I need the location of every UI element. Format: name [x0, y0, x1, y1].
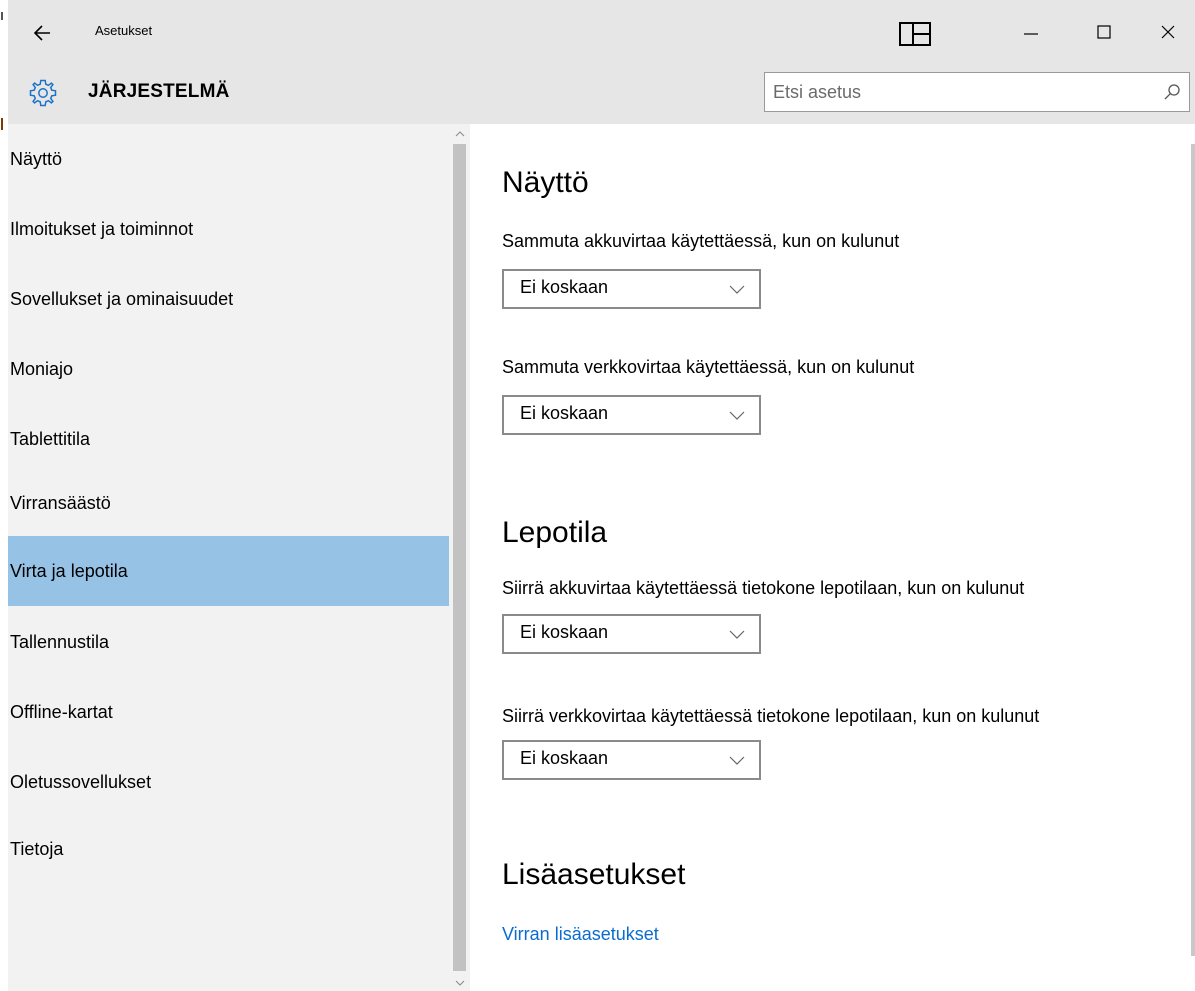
chevron-down-icon — [729, 630, 745, 639]
screen-plugged-label: Sammuta verkkovirtaa käytettäessä, kun o… — [502, 357, 915, 377]
dropdown-value: Ei koskaan — [520, 277, 609, 297]
tablet-snap-icon — [899, 22, 931, 46]
sleep-plugged-label: Siirrä verkkovirtaa käytettäessä tietoko… — [502, 706, 1040, 726]
close-icon — [1161, 25, 1175, 39]
settings-header: JÄRJESTELMÄ — [8, 62, 1195, 124]
section-heading-lisaasetukset: Lisäasetukset — [502, 858, 686, 891]
screen-battery-label: Sammuta akkuvirtaa käytettäessä, kun on … — [502, 231, 900, 251]
content-scrollbar[interactable] — [1188, 124, 1195, 991]
sidebar-item-tallennustila[interactable]: Tallennustila — [8, 606, 449, 676]
sidebar-item-label: Oletussovellukset — [10, 772, 152, 792]
page-title: JÄRJESTELMÄ — [88, 81, 230, 102]
back-button[interactable] — [28, 18, 58, 48]
app-title: Asetukset — [95, 23, 153, 38]
sidebar-scroll-thumb[interactable] — [453, 144, 466, 971]
tablet-snap-button[interactable] — [897, 20, 933, 48]
section-heading-lepotila: Lepotila — [502, 516, 608, 549]
sidebar-item-label: Virta ja lepotila — [10, 561, 128, 581]
sidebar-item-virransaasto[interactable]: Virransäästö — [8, 474, 449, 544]
sleep-battery-label: Siirrä akkuvirtaa käytettäessä tietokone… — [502, 578, 1025, 598]
sidebar-item-naytto[interactable]: Näyttö — [8, 124, 449, 194]
sleep-plugged-dropdown[interactable]: Ei koskaan — [502, 740, 761, 780]
sidebar-item-virta-ja-lepotila[interactable]: Virta ja lepotila — [8, 536, 449, 606]
scroll-up-icon[interactable] — [455, 130, 465, 138]
sidebar-item-offline-kartat[interactable]: Offline-kartat — [8, 676, 449, 746]
sidebar-item-tietoja[interactable]: Tietoja — [8, 816, 449, 886]
sidebar-item-ilmoitukset[interactable]: Ilmoitukset ja toiminnot — [8, 194, 449, 264]
title-bar: Asetukset — [8, 0, 1195, 62]
scroll-down-icon[interactable] — [455, 979, 465, 987]
dropdown-value: Ei koskaan — [520, 403, 609, 423]
sidebar-item-moniajo[interactable]: Moniajo — [8, 334, 449, 404]
sidebar-nav: Näyttö Ilmoitukset ja toiminnot Sovelluk… — [8, 124, 451, 991]
settings-content: Näyttö Sammuta akkuvirtaa käytettäessä, … — [470, 124, 1195, 991]
settings-window: Asetukset JÄRJESTELMÄ Etsi asetus Näyttö… — [8, 0, 1195, 991]
maximize-icon — [1097, 25, 1111, 39]
sidebar-scrollbar[interactable] — [451, 124, 470, 991]
minimize-icon — [1024, 33, 1038, 35]
sidebar-item-label: Virransäästö — [10, 493, 111, 513]
gear-icon — [28, 78, 58, 108]
sidebar-item-oletussovellukset[interactable]: Oletussovellukset — [8, 746, 449, 816]
search-box[interactable] — [764, 72, 1190, 112]
sidebar-item-label: Ilmoitukset ja toiminnot — [10, 219, 194, 239]
search-input[interactable] — [773, 73, 1153, 111]
sidebar-item-tablettitila[interactable]: Tablettitila — [8, 404, 449, 474]
sidebar-item-label: Tietoja — [10, 839, 64, 859]
sidebar-item-label: Näyttö — [10, 149, 63, 169]
background-window-edge — [0, 0, 8, 991]
edge-mark — [1, 118, 3, 130]
minimize-button[interactable] — [1011, 14, 1051, 50]
sleep-battery-dropdown[interactable]: Ei koskaan — [502, 614, 761, 654]
maximize-button[interactable] — [1084, 14, 1124, 50]
sidebar-item-sovellukset[interactable]: Sovellukset ja ominaisuudet — [8, 264, 449, 334]
chevron-down-icon — [729, 756, 745, 765]
arrow-left-icon — [33, 25, 50, 41]
sidebar-item-label: Offline-kartat — [10, 702, 113, 722]
chevron-down-icon — [729, 285, 745, 294]
sidebar-item-label: Moniajo — [10, 359, 74, 379]
search-icon[interactable] — [1163, 83, 1181, 101]
screen-plugged-dropdown[interactable]: Ei koskaan — [502, 395, 761, 435]
chevron-down-icon — [729, 411, 745, 420]
section-heading-naytto: Näyttö — [502, 166, 589, 199]
content-scroll-thumb[interactable] — [1191, 144, 1195, 956]
screen-battery-dropdown[interactable]: Ei koskaan — [502, 269, 761, 309]
edge-mark — [1, 12, 3, 20]
sidebar-item-label: Sovellukset ja ominaisuudet — [10, 289, 234, 309]
dropdown-value: Ei koskaan — [520, 622, 609, 642]
sidebar-item-label: Tablettitila — [10, 429, 91, 449]
advanced-power-settings-link[interactable]: Virran lisäasetukset — [502, 924, 659, 945]
dropdown-value: Ei koskaan — [520, 748, 609, 768]
sidebar-item-label: Tallennustila — [10, 632, 110, 652]
close-button[interactable] — [1148, 14, 1188, 50]
